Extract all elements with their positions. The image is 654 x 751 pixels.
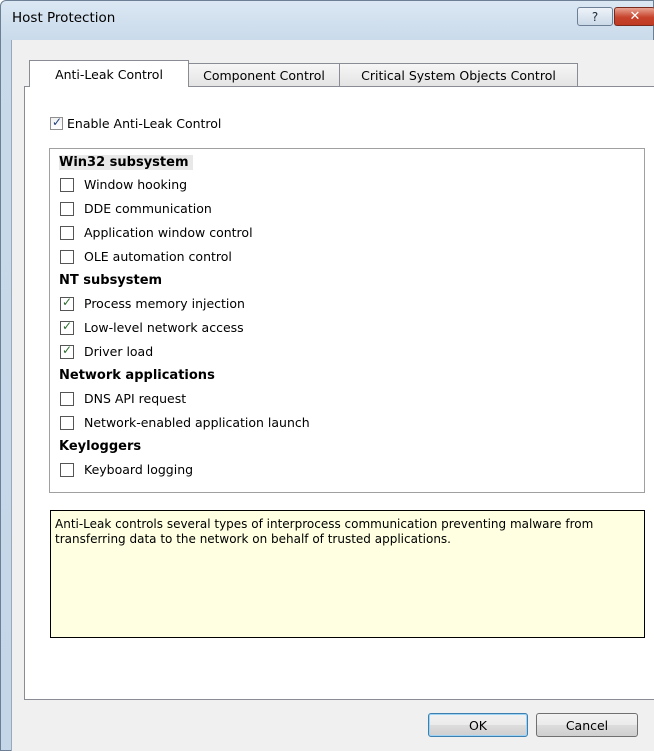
list-item-application-window-control[interactable]: Application window control [60,225,253,240]
list-item-network-enabled-application-launch[interactable]: Network-enabled application launch [60,415,310,430]
list-item-low-level-network-access[interactable]: Low-level network access [60,319,244,335]
driver-load-label: Driver load [84,344,154,359]
dialog-client-area: Anti-Leak Control Component Control Crit… [11,40,654,751]
network-enabled-application-launch-label: Network-enabled application launch [84,415,310,430]
close-icon: ✕ [629,9,641,24]
description-box: Anti-Leak controls several types of inte… [50,510,645,638]
enable-anti-leak-checkbox[interactable] [50,115,63,130]
ole-automation-control-label: OLE automation control [84,249,232,264]
title-bar[interactable]: Host Protection ? ✕ [1,1,654,41]
group-heading-network-applications: Network applications [59,368,215,383]
dns-api-request-label: DNS API request [84,391,187,406]
group-heading-win32: Win32 subsystem [59,155,193,170]
list-item-process-memory-injection[interactable]: Process memory injection [60,295,245,311]
cancel-button[interactable]: Cancel [536,713,638,737]
low-level-network-access-label: Low-level network access [84,320,244,335]
process-memory-injection-checkbox[interactable] [60,295,74,311]
window-hooking-checkbox[interactable] [60,177,74,192]
list-item-keyboard-logging[interactable]: Keyboard logging [60,462,193,477]
list-item-window-hooking[interactable]: Window hooking [60,177,187,192]
ole-automation-control-checkbox[interactable] [60,249,74,264]
group-heading-keyloggers: Keyloggers [59,439,142,454]
dns-api-request-checkbox[interactable] [60,391,74,406]
keyboard-logging-label: Keyboard logging [84,462,194,477]
process-memory-injection-label: Process memory injection [84,296,245,311]
enable-anti-leak-label: Enable Anti-Leak Control [67,116,222,131]
help-button[interactable]: ? [577,7,613,26]
list-item-ole-automation-control[interactable]: OLE automation control [60,249,232,264]
close-button[interactable]: ✕ [614,7,654,26]
group-heading-nt: NT subsystem [59,273,163,288]
application-window-control-checkbox[interactable] [60,225,74,240]
list-item-dns-api-request[interactable]: DNS API request [60,391,186,406]
enable-anti-leak-row[interactable]: Enable Anti-Leak Control [50,115,222,131]
dde-communication-label: DDE communication [84,201,212,216]
tab-component-control[interactable]: Component Control [188,63,340,87]
list-item-dde-communication[interactable]: DDE communication [60,201,212,216]
application-window-control-label: Application window control [84,225,253,240]
low-level-network-access-checkbox[interactable] [60,319,74,335]
network-enabled-application-launch-checkbox[interactable] [60,415,74,430]
window-hooking-label: Window hooking [84,177,188,192]
driver-load-checkbox[interactable] [60,343,74,359]
tab-anti-leak-control[interactable]: Anti-Leak Control [29,60,189,87]
control-list[interactable]: Win32 subsystem Window hooking DDE commu… [49,148,645,493]
ok-button[interactable]: OK [428,713,528,737]
keyboard-logging-checkbox[interactable] [60,462,74,477]
tab-critical-system-objects-control[interactable]: Critical System Objects Control [339,63,578,87]
dde-communication-checkbox[interactable] [60,201,74,216]
list-item-driver-load[interactable]: Driver load [60,343,154,359]
window-title: Host Protection [12,10,116,26]
help-icon: ? [591,9,599,24]
